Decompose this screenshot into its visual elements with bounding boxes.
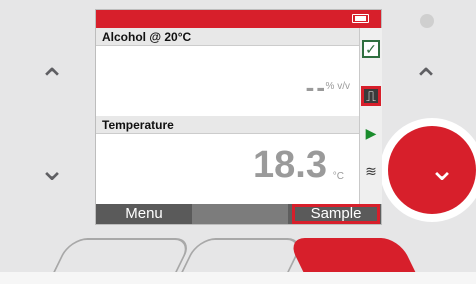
device-frame: ⌃ ⌄ ⌃ ⌄ Alcohol @ 20°C -- % v/v Temperat… — [0, 0, 476, 284]
blank-softkey[interactable] — [192, 204, 288, 224]
device-base — [0, 272, 476, 284]
menu-button[interactable]: Menu — [96, 204, 192, 224]
temperature-unit: °C — [332, 171, 344, 182]
play-icon[interactable]: ▶ — [362, 124, 380, 142]
sample-button[interactable]: Sample — [292, 204, 380, 224]
indicator-light — [420, 14, 434, 28]
status-bar — [96, 10, 381, 28]
temperature-value: 18.3 — [253, 144, 327, 186]
right-up-arrow[interactable]: ⌃ — [410, 64, 442, 96]
softkey-bar: Menu Sample — [96, 204, 381, 224]
alcohol-value: -- — [305, 72, 327, 102]
down-chevron-icon: ⌄ — [428, 151, 456, 187]
left-down-arrow[interactable]: ⌄ — [36, 153, 68, 185]
layers-icon[interactable]: ≋ — [362, 162, 380, 180]
alcohol-unit: % v/v — [325, 81, 350, 92]
side-toolbar: ✓ ⎍ ▶ ≋ — [359, 28, 382, 204]
alcohol-heading: Alcohol @ 20°C — [96, 28, 359, 46]
temperature-heading: Temperature — [96, 116, 359, 134]
pump-icon[interactable]: ⎍ — [361, 86, 381, 106]
checkmark-icon[interactable]: ✓ — [362, 40, 380, 58]
display-screen: Alcohol @ 20°C -- % v/v Temperature 18.3… — [96, 10, 382, 224]
left-up-arrow[interactable]: ⌃ — [36, 64, 68, 96]
alcohol-panel: -- % v/v — [96, 46, 359, 116]
battery-icon — [352, 14, 369, 23]
measurement-area: Alcohol @ 20°C -- % v/v Temperature 18.3… — [96, 28, 359, 204]
temperature-panel: 18.3 °C — [96, 134, 359, 204]
